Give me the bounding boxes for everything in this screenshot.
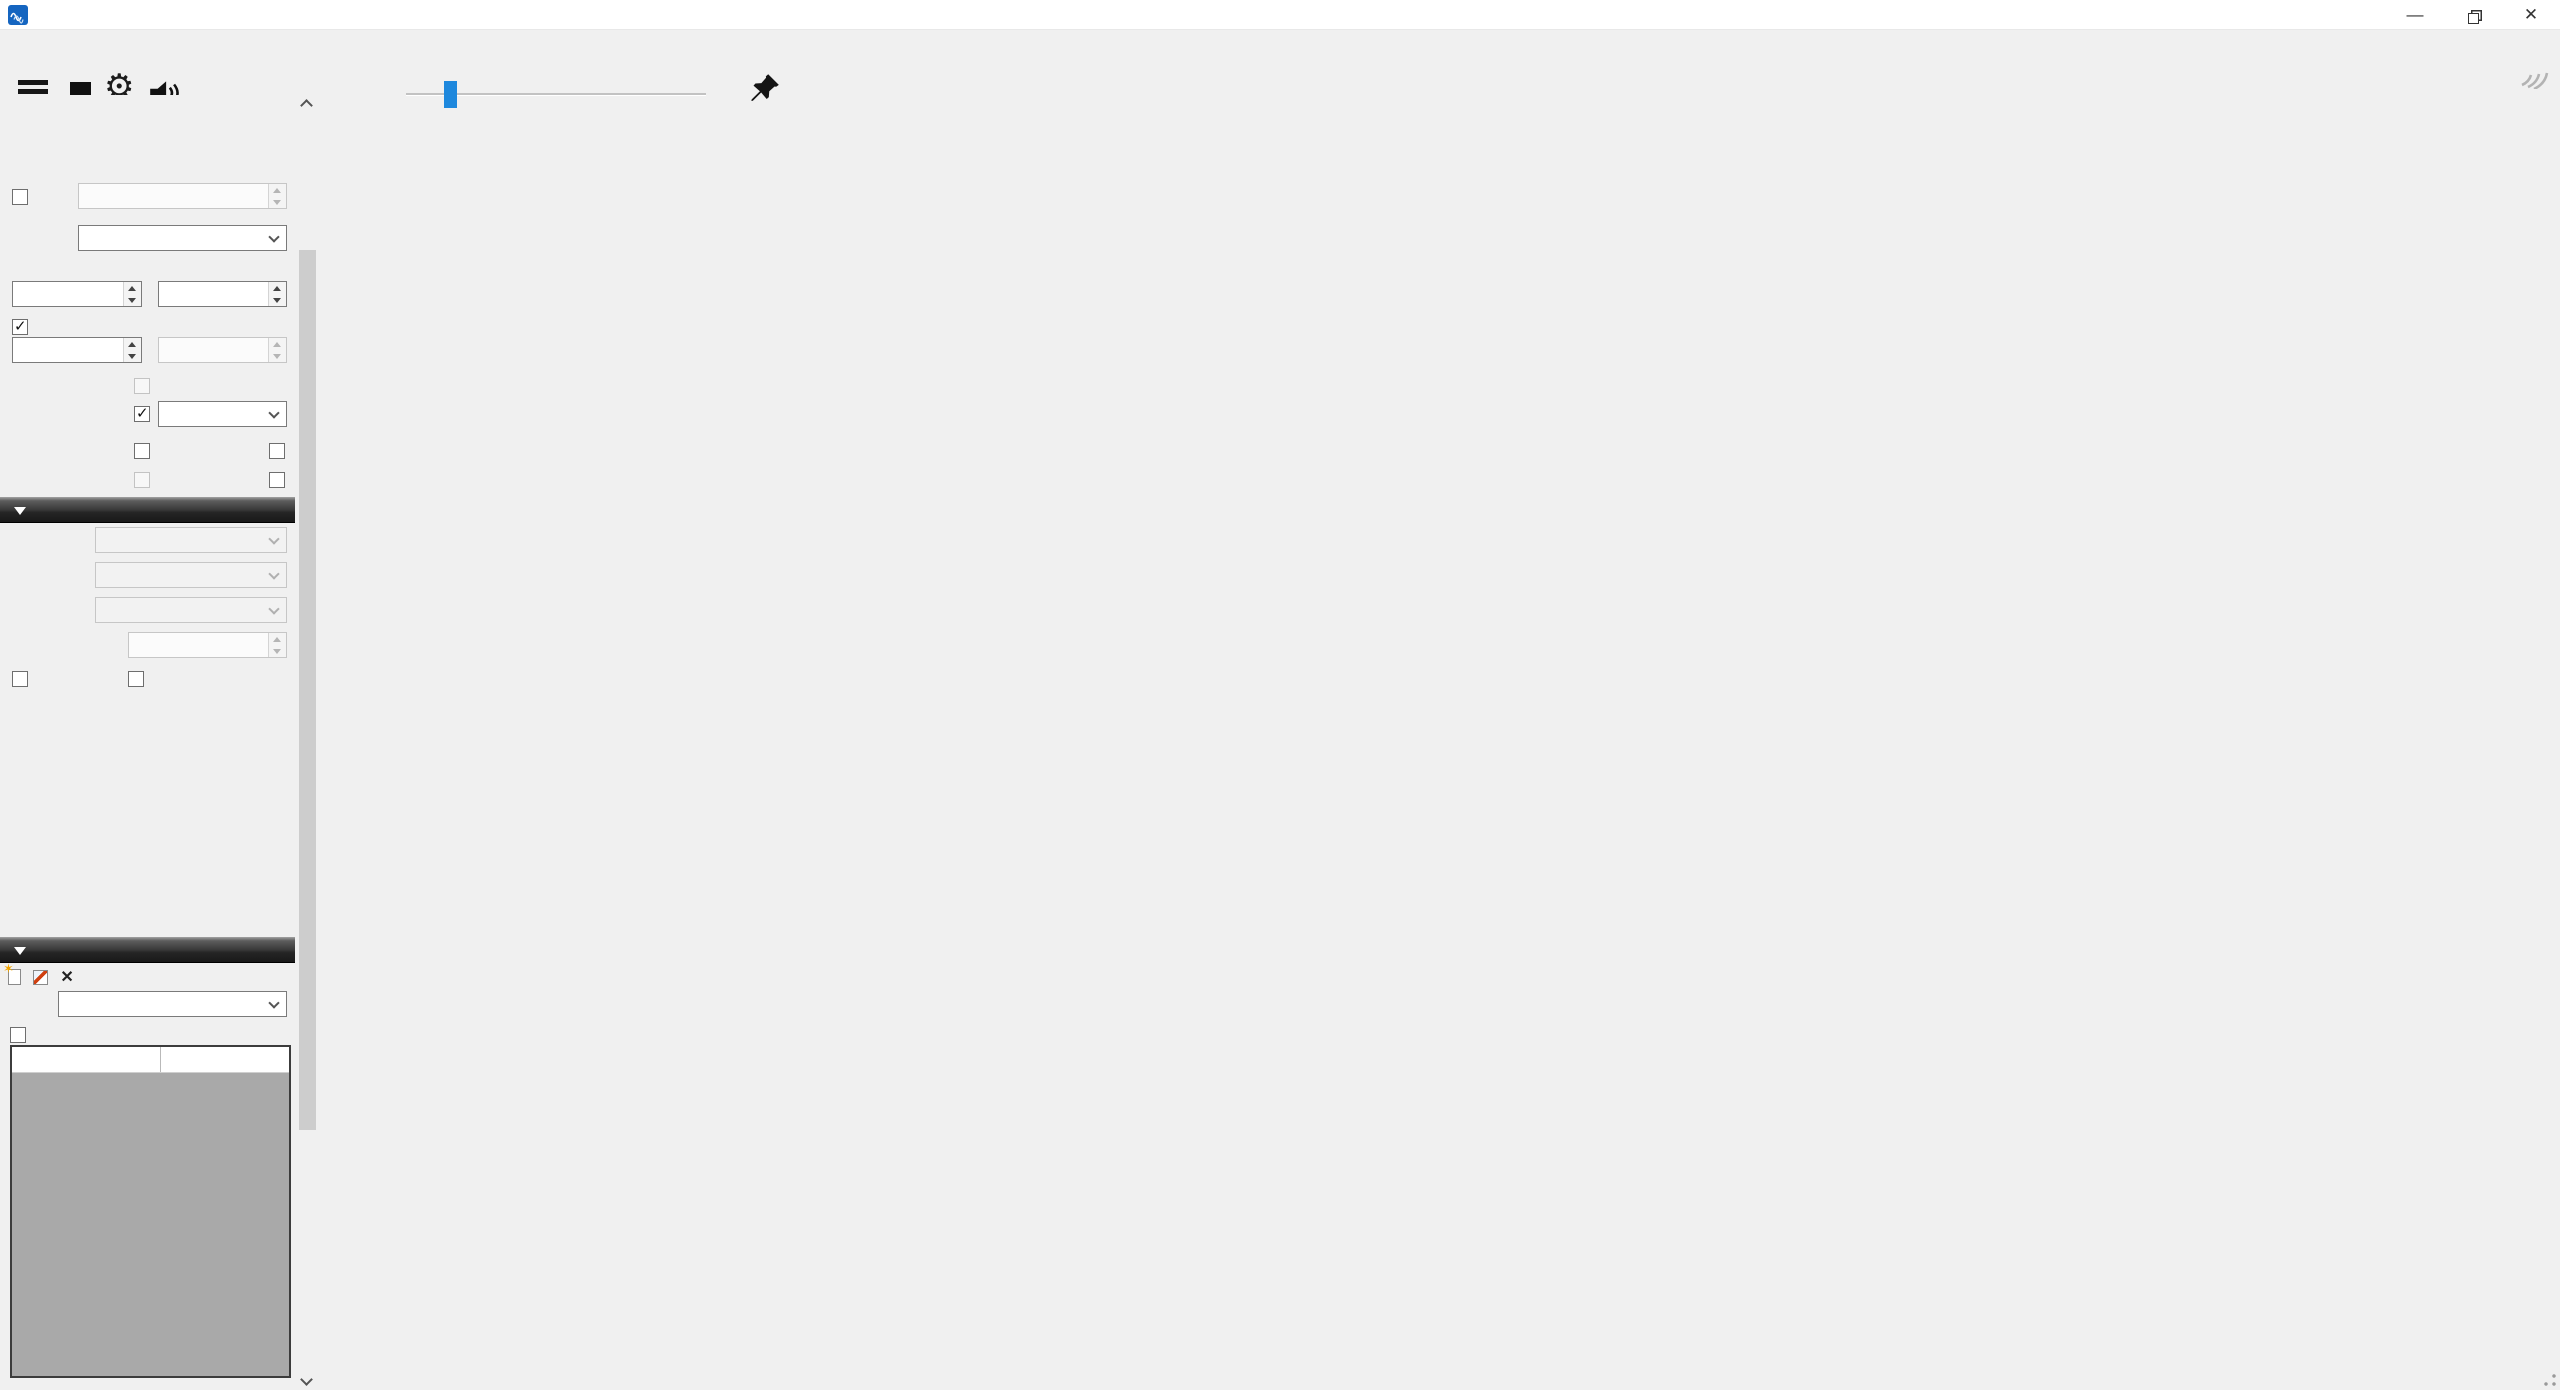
cw-shift-spinner[interactable] bbox=[158, 337, 287, 363]
squelch-spin-buttons[interactable] bbox=[123, 338, 141, 362]
edit-button[interactable] bbox=[33, 969, 52, 986]
restore-button[interactable] bbox=[2444, 0, 2502, 30]
input-dropdown[interactable] bbox=[95, 562, 287, 588]
triangle-expanded-icon bbox=[14, 507, 26, 515]
samplerate-dropdown[interactable] bbox=[95, 527, 287, 553]
close-button[interactable]: ✕ bbox=[2502, 0, 2560, 30]
chevron-down-icon bbox=[268, 533, 279, 544]
airspy-waves-icon bbox=[2516, 63, 2550, 89]
correct-iq-checkbox[interactable] bbox=[269, 443, 285, 460]
output-dropdown[interactable] bbox=[95, 597, 287, 623]
delete-button[interactable]: ✕ bbox=[60, 969, 73, 986]
scroll-up-icon[interactable] bbox=[300, 99, 313, 112]
minimize-button[interactable]: — bbox=[2386, 0, 2444, 30]
display-settings-panel bbox=[2480, 95, 2560, 1390]
waterfall-display[interactable] bbox=[322, 517, 2480, 1390]
freq-manager-toolbar: ✕ bbox=[8, 967, 82, 987]
filter-dropdown[interactable] bbox=[78, 225, 287, 251]
chevron-down-icon bbox=[268, 997, 279, 1008]
triangle-expanded-icon bbox=[14, 947, 26, 955]
squelch-spinner[interactable] bbox=[12, 337, 142, 363]
cw-shift-spin-buttons[interactable] bbox=[268, 338, 286, 362]
scrollbar-thumb[interactable] bbox=[299, 250, 316, 1130]
filter-audio-checkbox[interactable] bbox=[128, 671, 144, 688]
app-icon bbox=[8, 5, 28, 25]
order-spin-buttons[interactable] bbox=[268, 282, 286, 306]
chevron-down-icon bbox=[268, 407, 279, 418]
chevron-down-icon bbox=[268, 603, 279, 614]
delete-x-icon: ✕ bbox=[60, 969, 73, 986]
squelch-value bbox=[13, 338, 123, 362]
fm-stereo-checkbox[interactable] bbox=[134, 378, 150, 395]
shift-spin-buttons[interactable] bbox=[268, 184, 286, 208]
latency-spinner[interactable] bbox=[128, 632, 287, 658]
show-on-spectrum-checkbox[interactable] bbox=[10, 1027, 26, 1044]
title-bar: — ✕ bbox=[0, 0, 2560, 30]
spectrum-display[interactable] bbox=[322, 98, 2480, 505]
column-header-frequency[interactable] bbox=[161, 1047, 289, 1072]
bandwidth-spinner[interactable] bbox=[12, 281, 142, 307]
bandwidth-spin-buttons[interactable] bbox=[123, 282, 141, 306]
cw-shift-value bbox=[159, 338, 268, 362]
latency-value bbox=[129, 633, 268, 657]
section-header-audio[interactable] bbox=[0, 497, 295, 523]
squelch-checkbox[interactable]: ✓ bbox=[12, 319, 28, 336]
shift-checkbox[interactable] bbox=[12, 189, 28, 206]
latency-spin-buttons[interactable] bbox=[268, 633, 286, 657]
table-header-row bbox=[12, 1047, 289, 1073]
snap-to-grid-checkbox[interactable]: ✓ bbox=[134, 406, 150, 423]
chevron-down-icon bbox=[268, 568, 279, 579]
chevron-down-icon bbox=[268, 231, 279, 242]
step-size-dropdown[interactable] bbox=[158, 401, 287, 427]
order-value bbox=[159, 282, 268, 306]
order-spinner[interactable] bbox=[158, 281, 287, 307]
group-dropdown[interactable] bbox=[58, 991, 287, 1017]
restore-icon bbox=[2468, 13, 2479, 24]
anti-fading-checkbox[interactable] bbox=[134, 472, 150, 489]
shift-spinner[interactable] bbox=[78, 183, 287, 209]
sdrsharp-window: — ✕ ⚙ bbox=[0, 0, 2560, 1390]
section-header-frequency-manager[interactable] bbox=[0, 937, 295, 963]
resize-grip[interactable] bbox=[2543, 1373, 2557, 1387]
shift-value bbox=[79, 184, 268, 208]
control-panel: ✓ ✓ bbox=[0, 95, 295, 1390]
new-button[interactable] bbox=[8, 969, 25, 986]
new-icon bbox=[8, 969, 21, 985]
lock-carrier-checkbox[interactable] bbox=[134, 443, 150, 460]
frequency-table bbox=[10, 1045, 291, 1378]
bandwidth-value bbox=[13, 282, 123, 306]
panel-scrollbar[interactable] bbox=[297, 95, 318, 1390]
scroll-down-icon[interactable] bbox=[300, 1373, 313, 1386]
column-header-name[interactable] bbox=[12, 1047, 161, 1072]
swap-iq-checkbox[interactable] bbox=[269, 472, 285, 489]
edit-icon bbox=[33, 970, 48, 985]
toolbar: ⚙ bbox=[0, 31, 2560, 95]
unity-gain-checkbox[interactable] bbox=[12, 671, 28, 688]
